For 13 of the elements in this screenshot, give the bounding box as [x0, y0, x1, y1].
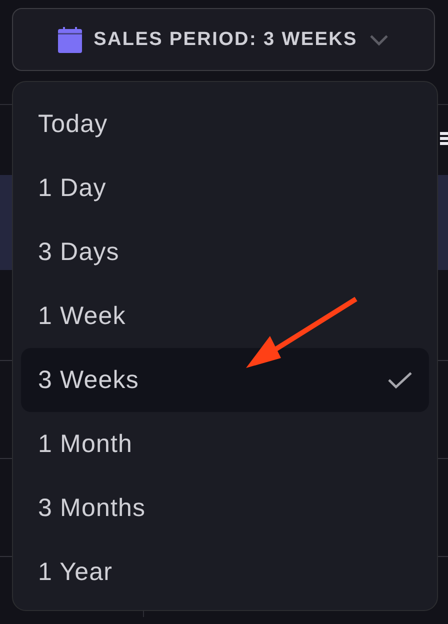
checkmark-icon	[388, 371, 412, 389]
menu-item[interactable]: 1 Week	[21, 284, 429, 348]
sales-period-button[interactable]: SALES PERIOD: 3 WEEKS	[12, 8, 435, 71]
chevron-down-icon	[369, 34, 390, 46]
menu-item[interactable]: 3 Days	[21, 220, 429, 284]
menu-item[interactable]: 1 Year	[21, 540, 429, 604]
menu-item[interactable]: Today	[21, 92, 429, 156]
menu-item[interactable]: 3 Weeks	[21, 348, 429, 412]
menu-item[interactable]: 3 Months	[21, 476, 429, 540]
list-icon[interactable]	[440, 132, 448, 145]
menu-item[interactable]: 1 Day	[21, 156, 429, 220]
calendar-icon	[58, 26, 82, 52]
menu-item[interactable]: 1 Month	[21, 412, 429, 476]
